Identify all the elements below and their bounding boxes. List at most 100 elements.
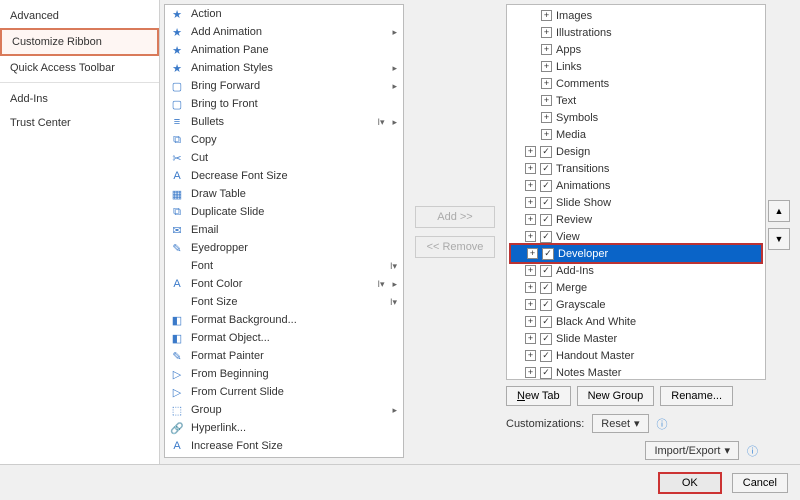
command-item[interactable]: ⬚Group▸ — [165, 401, 403, 419]
expand-icon[interactable]: + — [541, 129, 552, 140]
remove-button[interactable]: << Remove — [415, 236, 495, 258]
expand-icon[interactable]: + — [525, 214, 536, 225]
tree-tab-transitions[interactable]: +✓Transitions — [509, 160, 763, 177]
checkbox[interactable]: ✓ — [540, 316, 552, 328]
tree-group[interactable]: +Symbols — [509, 109, 763, 126]
expand-icon[interactable]: + — [541, 10, 552, 21]
expand-icon[interactable]: + — [541, 78, 552, 89]
command-item[interactable]: ★Add Animation▸ — [165, 23, 403, 41]
expand-icon[interactable]: + — [525, 367, 536, 378]
checkbox[interactable]: ✓ — [540, 180, 552, 192]
command-item[interactable]: ▦Layout▸ — [165, 455, 403, 458]
tree-tab-add-ins[interactable]: +✓Add-Ins — [509, 262, 763, 279]
add-button[interactable]: Add >> — [415, 206, 495, 228]
ok-button[interactable]: OK — [658, 472, 722, 494]
expand-icon[interactable]: + — [541, 27, 552, 38]
tree-group[interactable]: +Comments — [509, 75, 763, 92]
command-item[interactable]: ✎Eyedropper — [165, 239, 403, 257]
command-item[interactable]: ★Action — [165, 5, 403, 23]
command-item[interactable]: ▷From Beginning — [165, 365, 403, 383]
tree-tab-developer[interactable]: +✓Developer — [509, 243, 763, 264]
new-group-button[interactable]: New Group — [577, 386, 655, 406]
expand-icon[interactable]: + — [525, 197, 536, 208]
tree-tab-design[interactable]: +✓Design — [509, 143, 763, 160]
rename-button[interactable]: Rename... — [660, 386, 733, 406]
checkbox[interactable]: ✓ — [540, 163, 552, 175]
expand-icon[interactable]: + — [525, 350, 536, 361]
checkbox[interactable]: ✓ — [540, 146, 552, 158]
tree-tab-black-and-white[interactable]: +✓Black And White — [509, 313, 763, 330]
command-item[interactable]: ADecrease Font Size — [165, 167, 403, 185]
checkbox[interactable]: ✓ — [540, 265, 552, 277]
expand-icon[interactable]: + — [525, 282, 536, 293]
expand-icon[interactable]: + — [541, 95, 552, 106]
command-item[interactable]: ★Animation Styles▸ — [165, 59, 403, 77]
checkbox[interactable]: ✓ — [540, 367, 552, 379]
tree-group[interactable]: +Links — [509, 58, 763, 75]
expand-icon[interactable]: + — [525, 265, 536, 276]
tree-group[interactable]: +Media — [509, 126, 763, 143]
new-tab-button[interactable]: New Tab — [506, 386, 571, 406]
command-item[interactable]: ▢Bring Forward▸ — [165, 77, 403, 95]
expand-icon[interactable]: + — [541, 112, 552, 123]
checkbox[interactable]: ✓ — [542, 248, 554, 260]
expand-icon[interactable]: + — [525, 180, 536, 191]
sidebar-item-addins[interactable]: Add-Ins — [0, 87, 159, 111]
command-item[interactable]: ≡BulletsI▾▸ — [165, 113, 403, 131]
command-item[interactable]: AIncrease Font Size — [165, 437, 403, 455]
expand-icon[interactable]: + — [541, 61, 552, 72]
command-item[interactable]: ⧉Duplicate Slide — [165, 203, 403, 221]
checkbox[interactable]: ✓ — [540, 214, 552, 226]
checkbox[interactable]: ✓ — [540, 231, 552, 243]
expand-icon[interactable]: + — [525, 231, 536, 242]
command-item[interactable]: AFont ColorI▾▸ — [165, 275, 403, 293]
command-item[interactable]: FontI▾ — [165, 257, 403, 275]
tree-group[interactable]: +Apps — [509, 41, 763, 58]
command-item[interactable]: ✎Format Painter — [165, 347, 403, 365]
tree-tab-handout-master[interactable]: +✓Handout Master — [509, 347, 763, 364]
expand-icon[interactable]: + — [525, 316, 536, 327]
checkbox[interactable]: ✓ — [540, 350, 552, 362]
command-item[interactable]: ✂Cut — [165, 149, 403, 167]
sidebar-item-qat[interactable]: Quick Access Toolbar — [0, 56, 159, 83]
cancel-button[interactable]: Cancel — [732, 473, 788, 493]
sidebar-item-trust-center[interactable]: Trust Center — [0, 111, 159, 135]
tree-tab-grayscale[interactable]: +✓Grayscale — [509, 296, 763, 313]
command-item[interactable]: ◧Format Background... — [165, 311, 403, 329]
move-down-button[interactable]: ▼ — [768, 228, 790, 250]
tree-group[interactable]: +Illustrations — [509, 24, 763, 41]
import-export-dropdown[interactable]: Import/Export ▾ — [645, 441, 739, 460]
tree-tab-merge[interactable]: +✓Merge — [509, 279, 763, 296]
sidebar-item-customize-ribbon[interactable]: Customize Ribbon — [0, 28, 159, 56]
checkbox[interactable]: ✓ — [540, 282, 552, 294]
expand-icon[interactable]: + — [541, 44, 552, 55]
command-item[interactable]: ▦Draw Table — [165, 185, 403, 203]
move-up-button[interactable]: ▲ — [768, 200, 790, 222]
tree-group[interactable]: +Text — [509, 92, 763, 109]
tree-tab-review[interactable]: +✓Review — [509, 211, 763, 228]
command-item[interactable]: ✉Email — [165, 221, 403, 239]
checkbox[interactable]: ✓ — [540, 299, 552, 311]
ribbon-tree[interactable]: +Images+Illustrations+Apps+Links+Comment… — [506, 4, 766, 380]
tree-tab-animations[interactable]: +✓Animations — [509, 177, 763, 194]
command-item[interactable]: 🔗Hyperlink... — [165, 419, 403, 437]
tree-group[interactable]: +Images — [509, 7, 763, 24]
expand-icon[interactable]: + — [525, 146, 536, 157]
command-item[interactable]: Font SizeI▾ — [165, 293, 403, 311]
tree-tab-slide-show[interactable]: +✓Slide Show — [509, 194, 763, 211]
command-item[interactable]: ▷From Current Slide — [165, 383, 403, 401]
expand-icon[interactable]: + — [527, 248, 538, 259]
expand-icon[interactable]: + — [525, 299, 536, 310]
command-item[interactable]: ◧Format Object... — [165, 329, 403, 347]
expand-icon[interactable]: + — [525, 163, 536, 174]
checkbox[interactable]: ✓ — [540, 197, 552, 209]
reset-dropdown[interactable]: Reset ▾ — [592, 414, 648, 433]
checkbox[interactable]: ✓ — [540, 333, 552, 345]
command-item[interactable]: ▢Bring to Front — [165, 95, 403, 113]
sidebar-item-advanced[interactable]: Advanced — [0, 4, 159, 28]
tree-tab-slide-master[interactable]: +✓Slide Master — [509, 330, 763, 347]
commands-list[interactable]: ★Action★Add Animation▸★Animation Pane★An… — [164, 4, 404, 458]
command-item[interactable]: ★Animation Pane — [165, 41, 403, 59]
tree-tab-notes-master[interactable]: +✓Notes Master — [509, 364, 763, 380]
command-item[interactable]: ⧉Copy — [165, 131, 403, 149]
